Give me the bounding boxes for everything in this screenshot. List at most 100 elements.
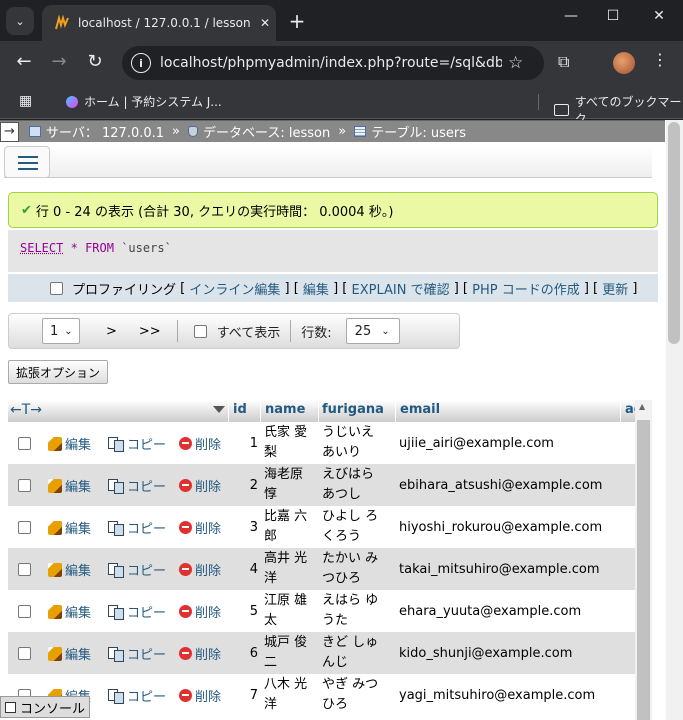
edit-row-button[interactable]: 編集 — [48, 434, 91, 453]
address-bar[interactable]: i localhost/phpmyadmin/index.php?route=/… — [122, 46, 544, 80]
bookmark-star-icon[interactable]: ☆ — [508, 53, 523, 73]
edit-row-button[interactable]: 編集 — [48, 560, 91, 579]
table-row: 編集 コピー 削除 2 海老原 惇えびはら あつし ebihara_atsushi@exa… — [8, 464, 642, 506]
site-info-icon[interactable]: i — [131, 53, 151, 73]
scroll-up-icon[interactable]: ▲ — [639, 402, 645, 411]
menu-kebab-icon[interactable]: ⋮ — [652, 50, 668, 69]
php-code-link[interactable]: PHP コードの作成 — [472, 279, 580, 298]
console-button[interactable]: コンソール — [0, 696, 91, 718]
edit-row-button[interactable]: 編集 — [48, 476, 91, 495]
breadcrumb-database[interactable]: データベース: lesson — [188, 122, 330, 141]
copy-label: コピー — [127, 606, 167, 621]
delete-row-button[interactable]: 削除 — [179, 560, 221, 579]
breadcrumb-server[interactable]: サーバ： 127.0.0.1 — [29, 122, 164, 141]
forward-icon[interactable]: → — [47, 51, 71, 72]
delete-row-button[interactable]: 削除 — [179, 434, 221, 453]
header-email[interactable]: email — [400, 402, 440, 417]
last-page-button[interactable]: >> — [139, 324, 161, 339]
edit-row-button[interactable]: 編集 — [48, 644, 91, 663]
pencil-icon — [48, 604, 62, 619]
sql-select-keyword[interactable]: SELECT — [20, 241, 63, 255]
cell-id: 3 — [249, 519, 258, 535]
pencil-icon — [48, 478, 62, 493]
delete-row-button[interactable]: 削除 — [179, 686, 221, 705]
column-arrows-icon[interactable]: ←T→ — [10, 402, 42, 418]
rows-per-page-select[interactable]: 25 ⌄ — [345, 318, 400, 344]
copy-row-button[interactable]: コピー — [108, 476, 166, 495]
breadcrumb-separator: » — [338, 124, 347, 139]
console-icon — [5, 701, 16, 713]
show-all-checkbox[interactable] — [193, 324, 207, 338]
cell-furigana: えはら ゆうた — [322, 593, 379, 628]
toggle-nav-arrow-icon[interactable]: → — [0, 121, 19, 142]
table-scrollbar-thumb[interactable] — [637, 420, 650, 720]
copy-label: コピー — [127, 480, 167, 495]
delete-icon — [179, 437, 192, 450]
minimize-icon[interactable]: — — [556, 8, 586, 24]
delete-row-button[interactable]: 削除 — [179, 518, 221, 537]
page-scrollbar-thumb[interactable] — [668, 122, 680, 344]
delete-icon — [179, 563, 192, 576]
header-divider — [395, 400, 396, 422]
next-page-button[interactable]: > — [106, 324, 117, 339]
delete-row-button[interactable]: 削除 — [179, 644, 221, 663]
sql-table-name: `users` — [121, 241, 172, 255]
table-row: 編集 コピー 削除 3 比嘉 六郎 ひよし ろくろう hiyoshi_rokurou@exa… — [8, 506, 642, 548]
delete-row-button[interactable]: 削除 — [179, 476, 221, 495]
inline-edit-link[interactable]: インライン編集 — [189, 279, 280, 298]
copy-row-button[interactable]: コピー — [108, 518, 166, 537]
copy-row-button[interactable]: コピー — [108, 686, 166, 705]
column-menu-triangle-icon[interactable] — [213, 406, 225, 413]
header-id[interactable]: id — [233, 402, 247, 417]
browser-tab[interactable]: localhost / 127.0.0.1 / lesson / u ✕ — [42, 5, 276, 41]
reload-icon[interactable]: ↻ — [83, 51, 107, 72]
header-furigana[interactable]: furigana — [322, 402, 384, 417]
row-checkbox[interactable] — [18, 563, 31, 576]
cell-id: 6 — [249, 645, 258, 661]
pencil-icon — [48, 520, 62, 535]
copy-row-button[interactable]: コピー — [108, 602, 166, 621]
edit-row-button[interactable]: 編集 — [48, 518, 91, 537]
header-name[interactable]: name — [265, 402, 305, 417]
delete-label: 削除 — [195, 648, 222, 663]
row-checkbox[interactable] — [18, 647, 31, 660]
copy-row-button[interactable]: コピー — [108, 560, 166, 579]
breadcrumb-table[interactable]: テーブル: users — [354, 122, 466, 141]
console-label: コンソール — [20, 701, 86, 717]
tab-close-icon[interactable]: ✕ — [260, 16, 270, 30]
row-checkbox[interactable] — [18, 521, 31, 534]
url-text[interactable]: localhost/phpmyadmin/index.php?route=/sq… — [160, 55, 502, 71]
row-checkbox[interactable] — [18, 479, 31, 492]
header-divider — [228, 400, 229, 422]
edit-row-button[interactable]: 編集 — [48, 602, 91, 621]
new-tab-button[interactable]: + — [285, 9, 309, 33]
extensions-icon[interactable]: ⧉ — [558, 52, 569, 72]
breadcrumb-database-label: データベース: lesson — [203, 126, 331, 141]
explain-link[interactable]: EXPLAIN で確認 — [351, 279, 449, 298]
cell-furigana: やぎ みつひろ — [322, 677, 379, 712]
edit-query-link[interactable]: 編集 — [303, 279, 329, 298]
refresh-link[interactable]: 更新 — [602, 279, 628, 298]
profile-avatar[interactable] — [613, 52, 635, 74]
tab-search-chevron-icon[interactable]: ⌄ — [6, 7, 34, 35]
row-checkbox[interactable] — [18, 437, 31, 450]
breadcrumb-separator: » — [172, 124, 180, 139]
extended-options-button[interactable]: 拡張オプション — [8, 360, 109, 384]
hamburger-menu-icon[interactable] — [4, 146, 50, 178]
bookmark-item[interactable]: ホーム | 予約システム J... — [66, 93, 222, 110]
pencil-icon — [48, 646, 62, 661]
bookmark-favicon-icon — [66, 95, 78, 108]
table-scrollbar[interactable]: ▲ — [635, 400, 652, 720]
delete-icon — [179, 647, 192, 660]
copy-row-button[interactable]: コピー — [108, 434, 166, 453]
close-window-icon[interactable]: ✕ — [644, 8, 674, 24]
apps-grid-icon[interactable]: ▦ — [19, 93, 32, 109]
profiling-checkbox[interactable] — [50, 281, 63, 295]
copy-row-button[interactable]: コピー — [108, 644, 166, 663]
page-scrollbar[interactable] — [666, 120, 683, 720]
delete-row-button[interactable]: 削除 — [179, 602, 221, 621]
row-checkbox[interactable] — [18, 605, 31, 618]
maximize-icon[interactable]: ☐ — [598, 8, 628, 24]
back-icon[interactable]: ← — [12, 51, 36, 72]
page-select[interactable]: 1 ⌄ — [42, 318, 80, 344]
